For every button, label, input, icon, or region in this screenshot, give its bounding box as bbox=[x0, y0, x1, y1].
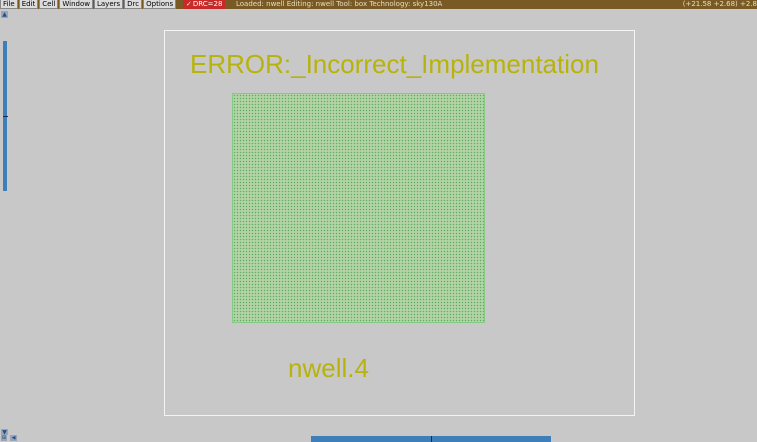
menu-bar: File Edit Cell Window Layers Drc Options bbox=[0, 0, 177, 9]
drc-count-label: DRC=28 bbox=[192, 0, 223, 8]
vertical-scroll-center-mark bbox=[3, 116, 8, 117]
menu-window[interactable]: Window bbox=[59, 0, 93, 9]
menu-edit[interactable]: Edit bbox=[18, 0, 39, 9]
error-label: ERROR:_Incorrect_Implementation bbox=[190, 49, 599, 79]
drc-count-button[interactable]: ✓DRC=28 bbox=[183, 0, 226, 9]
horizontal-scrollbar[interactable]: ⊞ ◀ bbox=[0, 435, 757, 442]
nwell-rectangle[interactable] bbox=[232, 93, 485, 323]
layout-canvas[interactable]: ERROR:_Incorrect_Implementation nwell.4 bbox=[10, 9, 757, 435]
menu-layers[interactable]: Layers bbox=[93, 0, 124, 9]
menu-status-bar: File Edit Cell Window Layers Drc Options… bbox=[0, 0, 757, 9]
menu-cell[interactable]: Cell bbox=[39, 0, 59, 9]
scroll-left-icon[interactable]: ◀ bbox=[10, 435, 17, 441]
cursor-coordinates: (+21.58 +2.68) +2.8 bbox=[682, 0, 757, 8]
vertical-scrollbar[interactable]: ▲ ▼ bbox=[0, 9, 9, 436]
zoom-corner-icon[interactable]: ⊞ bbox=[1, 435, 7, 441]
drc-rule-label: nwell.4 bbox=[288, 353, 369, 383]
menu-options[interactable]: Options bbox=[143, 0, 177, 9]
menu-file[interactable]: File bbox=[0, 0, 18, 9]
check-icon: ✓ bbox=[186, 0, 192, 8]
horizontal-scroll-center-mark bbox=[431, 436, 432, 442]
scroll-up-icon[interactable]: ▲ bbox=[1, 11, 8, 18]
menu-drc[interactable]: Drc bbox=[124, 0, 143, 9]
status-text: Loaded: nwell Editing: nwell Tool: box T… bbox=[236, 0, 443, 8]
